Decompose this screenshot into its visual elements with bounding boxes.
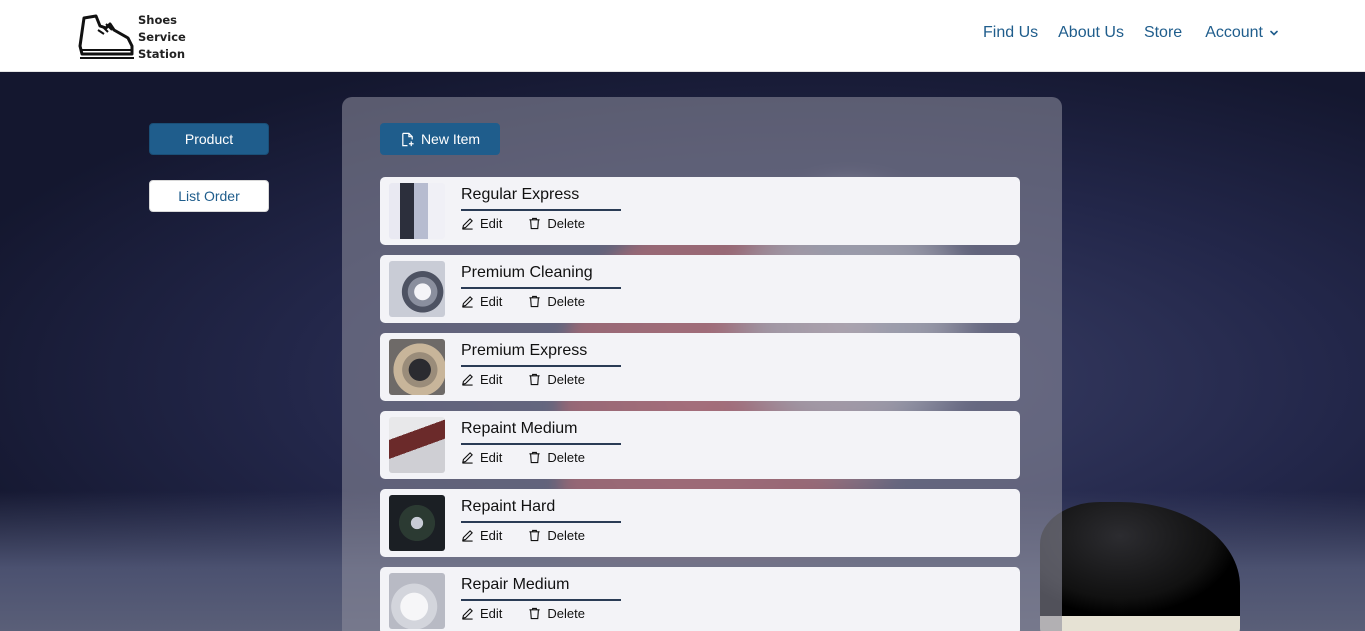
product-thumbnail [389, 261, 445, 317]
new-item-button[interactable]: New Item [380, 123, 500, 155]
delete-label: Delete [547, 372, 585, 387]
delete-label: Delete [547, 450, 585, 465]
product-actions: Edit Delete [461, 372, 585, 387]
title-underline [461, 209, 621, 211]
pencil-icon [462, 296, 473, 308]
delete-button[interactable]: Delete [528, 528, 585, 543]
edit-button[interactable]: Edit [461, 216, 502, 231]
edit-label: Edit [480, 216, 503, 231]
delete-label: Delete [547, 216, 585, 231]
list-order-button[interactable]: List Order [149, 180, 269, 212]
edit-label: Edit [480, 528, 503, 543]
product-actions: Edit Delete [461, 606, 585, 621]
product-title: Premium Express [461, 342, 588, 359]
edit-button[interactable]: Edit [461, 372, 502, 387]
sneaker-logo-icon [78, 14, 134, 59]
pencil-icon [462, 218, 473, 230]
product-actions: Edit Delete [461, 450, 585, 465]
product-actions: Edit Delete [461, 528, 585, 543]
nav-account-label: Account [1205, 24, 1263, 41]
pencil-icon [462, 452, 473, 464]
delete-label: Delete [547, 528, 585, 543]
product-title: Repaint Medium [461, 420, 578, 437]
chevron-down-icon [1270, 30, 1278, 36]
product-thumbnail [389, 573, 445, 629]
delete-button[interactable]: Delete [528, 606, 585, 621]
top-navbar: Shoes Service Station Find Us About Us S… [0, 0, 1365, 72]
trash-icon [529, 451, 541, 464]
title-underline [461, 287, 621, 289]
title-underline [461, 365, 621, 367]
delete-label: Delete [547, 294, 585, 309]
nav-account-dropdown[interactable]: Account [1205, 24, 1279, 42]
product-button[interactable]: Product [149, 123, 269, 155]
product-title: Repaint Hard [461, 498, 556, 515]
product-thumbnail [389, 495, 445, 551]
edit-label: Edit [480, 294, 503, 309]
title-underline [461, 521, 621, 523]
edit-label: Edit [480, 372, 503, 387]
edit-button[interactable]: Edit [461, 294, 502, 309]
nav-about-us[interactable]: About Us [1058, 24, 1124, 42]
product-thumbnail [389, 417, 445, 473]
site-logo[interactable]: Shoes Service Station [78, 10, 188, 62]
logo-line-3: Station [138, 47, 186, 61]
edit-label: Edit [480, 450, 503, 465]
product-item: Premium Express Edit Delete [380, 333, 1020, 401]
delete-label: Delete [547, 606, 585, 621]
trash-icon [529, 529, 541, 542]
product-actions: Edit Delete [461, 294, 585, 309]
nav-find-us[interactable]: Find Us [983, 24, 1038, 42]
product-title: Premium Cleaning [461, 264, 593, 281]
nav-store[interactable]: Store [1144, 24, 1182, 42]
new-file-icon [402, 132, 414, 146]
edit-button[interactable]: Edit [461, 606, 502, 621]
product-item: Repaint Medium Edit Delete [380, 411, 1020, 479]
product-list: Regular Express Edit Delete Premium Clea… [380, 177, 1020, 631]
product-thumbnail [389, 183, 445, 239]
product-actions: Edit Delete [461, 216, 585, 231]
title-underline [461, 599, 621, 601]
delete-button[interactable]: Delete [528, 216, 585, 231]
logo-line-2: Service [138, 30, 186, 44]
trash-icon [529, 217, 541, 230]
product-title: Regular Express [461, 186, 580, 203]
logo-line-1: Shoes [138, 13, 178, 27]
trash-icon [529, 607, 541, 620]
edit-label: Edit [480, 606, 503, 621]
new-item-label: New Item [420, 131, 481, 147]
product-item: Repair Medium Edit Delete [380, 567, 1020, 631]
delete-button[interactable]: Delete [528, 450, 585, 465]
delete-button[interactable]: Delete [528, 294, 585, 309]
pencil-icon [462, 530, 473, 542]
product-panel: New Item Regular Express Edit Delete Pre… [342, 97, 1062, 631]
edit-button[interactable]: Edit [461, 450, 502, 465]
trash-icon [529, 373, 541, 386]
title-underline [461, 443, 621, 445]
pencil-icon [462, 374, 473, 386]
product-item: Repaint Hard Edit Delete [380, 489, 1020, 557]
product-item: Premium Cleaning Edit Delete [380, 255, 1020, 323]
product-title: Repair Medium [461, 576, 570, 593]
delete-button[interactable]: Delete [528, 372, 585, 387]
pencil-icon [462, 608, 473, 620]
nav-links: Find Us About Us Store Account [983, 24, 1279, 42]
product-thumbnail [389, 339, 445, 395]
trash-icon [529, 295, 541, 308]
product-item: Regular Express Edit Delete [380, 177, 1020, 245]
logo-text: Shoes Service Station [138, 12, 186, 63]
edit-button[interactable]: Edit [461, 528, 502, 543]
